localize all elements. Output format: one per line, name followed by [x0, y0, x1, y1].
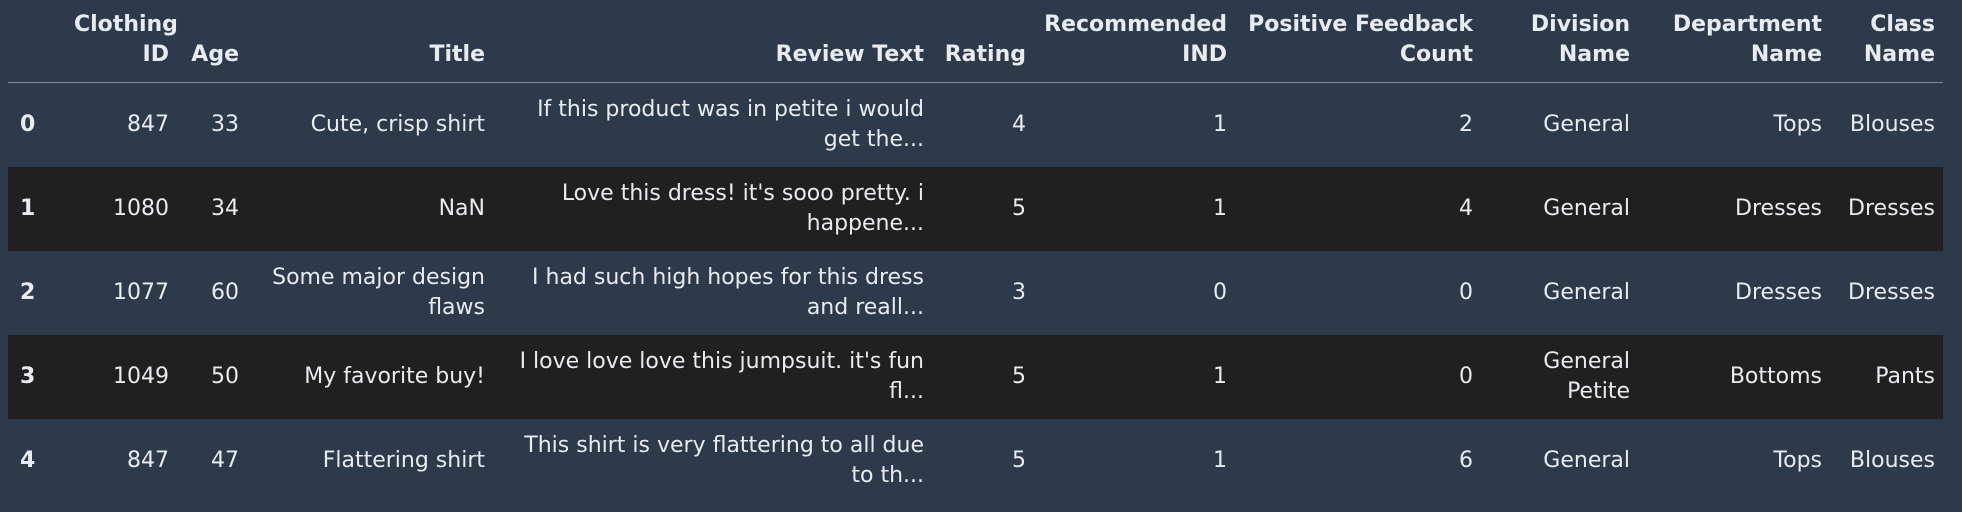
cell-review-text: If this product was in petite i would ge… [537, 96, 924, 152]
cell-age: 33 [211, 111, 239, 137]
cell-department-name: Tops [1773, 447, 1822, 473]
cell-class-name: Dresses [1848, 195, 1935, 221]
cell-positive-feedback-count: 4 [1459, 195, 1473, 221]
cell-clothing-id: 1077 [113, 279, 169, 305]
cell-positive-feedback-count: 6 [1459, 447, 1473, 473]
cell-positive-feedback-count: 2 [1459, 111, 1473, 137]
column-header-clothing-id: Clothing ID [66, 0, 178, 83]
column-header-age: Age [177, 0, 247, 83]
cell-recommended-ind: 1 [1213, 111, 1227, 137]
cell-department-name: Tops [1773, 111, 1822, 137]
cell-rating: 5 [1012, 195, 1026, 221]
cell-title: Some major design flaws [272, 264, 485, 320]
cell-rating: 5 [1012, 447, 1026, 473]
cell-rating: 4 [1012, 111, 1026, 137]
cell-division-name: General [1543, 195, 1630, 221]
table-row: 0 847 33 Cute, crisp shirt If this produ… [8, 82, 1943, 167]
cell-division-name: General Petite [1543, 348, 1630, 404]
cell-review-text: Love this dress! it's sooo pretty. i hap… [561, 180, 924, 236]
column-header-index [8, 0, 66, 83]
column-header-review-text: Review Text [493, 0, 932, 83]
cell-positive-feedback-count: 0 [1459, 363, 1473, 389]
cell-department-name: Dresses [1735, 279, 1822, 305]
cell-title: Flattering shirt [322, 447, 485, 473]
cell-age: 60 [211, 279, 239, 305]
row-index: 0 [20, 112, 36, 138]
cell-title: My favorite buy! [304, 363, 485, 389]
cell-department-name: Dresses [1735, 195, 1822, 221]
column-header-recommended-ind: Recommended IND [1034, 0, 1235, 83]
row-index: 3 [20, 364, 36, 389]
cell-title: NaN [438, 195, 485, 221]
cell-title: Cute, crisp shirt [310, 111, 485, 137]
cell-recommended-ind: 1 [1213, 363, 1227, 389]
column-header-class-name: Class Name [1830, 0, 1943, 83]
table-row: 1 1080 34 NaN Love this dress! it's sooo… [8, 166, 1943, 251]
cell-age: 50 [211, 363, 239, 389]
cell-division-name: General [1543, 447, 1630, 473]
cell-recommended-ind: 1 [1213, 195, 1227, 221]
cell-clothing-id: 1080 [113, 195, 169, 221]
cell-class-name: Pants [1875, 363, 1935, 389]
column-header-department-name: Department Name [1638, 0, 1830, 83]
column-header-rating: Rating [932, 0, 1034, 83]
table-row: 3 1049 50 My favorite buy! I love love l… [8, 334, 1943, 419]
table-row: 2 1077 60 Some major design flaws I had … [8, 250, 1943, 335]
dataframe-output: Clothing ID Age Title Review Text Rating… [8, 0, 1943, 503]
cell-division-name: General [1543, 279, 1630, 305]
row-index: 4 [20, 448, 36, 473]
cell-review-text: I love love love this jumpsuit. it's fun… [519, 348, 924, 404]
cell-review-text: I had such high hopes for this dress and… [532, 264, 924, 320]
row-index: 1 [20, 196, 36, 221]
cell-class-name: Blouses [1849, 447, 1935, 473]
cell-class-name: Blouses [1849, 111, 1935, 137]
cell-review-text: This shirt is very flattering to all due… [524, 432, 924, 488]
cell-clothing-id: 847 [127, 111, 169, 137]
cell-clothing-id: 1049 [113, 363, 169, 389]
cell-division-name: General [1543, 111, 1630, 137]
dataframe-table: Clothing ID Age Title Review Text Rating… [8, 0, 1943, 503]
cell-department-name: Bottoms [1729, 363, 1822, 389]
cell-rating: 3 [1012, 279, 1026, 305]
header-row: Clothing ID Age Title Review Text Rating… [8, 0, 1943, 83]
cell-recommended-ind: 1 [1213, 447, 1227, 473]
cell-clothing-id: 847 [127, 447, 169, 473]
cell-class-name: Dresses [1848, 279, 1935, 305]
cell-positive-feedback-count: 0 [1459, 279, 1473, 305]
table-body: 0 847 33 Cute, crisp shirt If this produ… [8, 82, 1943, 503]
row-index: 2 [20, 280, 36, 305]
cell-age: 47 [211, 447, 239, 473]
column-header-division-name: Division Name [1481, 0, 1638, 83]
column-header-title: Title [247, 0, 493, 83]
cell-age: 34 [211, 195, 239, 221]
column-header-positive-feedback-count: Positive Feedback Count [1235, 0, 1481, 83]
cell-recommended-ind: 0 [1213, 279, 1227, 305]
cell-rating: 5 [1012, 363, 1026, 389]
table-header: Clothing ID Age Title Review Text Rating… [8, 0, 1943, 83]
table-row: 4 847 47 Flattering shirt This shirt is … [8, 418, 1943, 503]
